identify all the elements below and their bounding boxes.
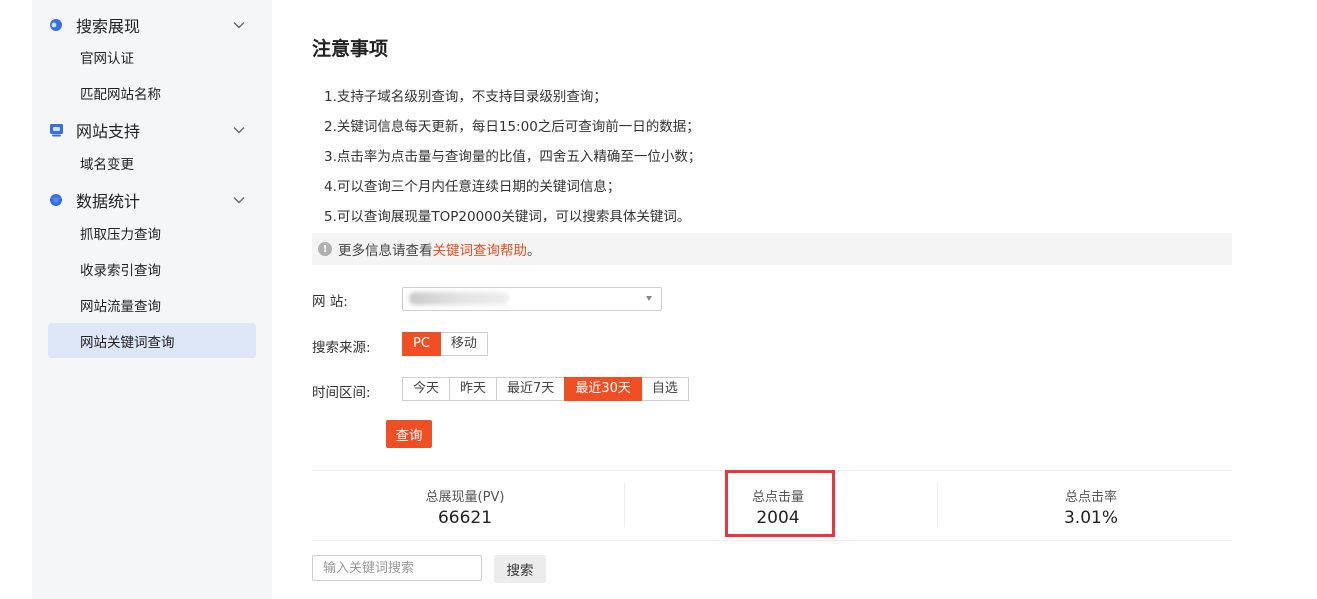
dropdown-arrow-icon <box>646 296 652 301</box>
query-button[interactable]: 查询 <box>386 420 432 448</box>
site-select[interactable] <box>402 287 662 311</box>
range-today-button[interactable]: 今天 <box>402 377 451 401</box>
keyword-help-link[interactable]: 关键词查询帮助 <box>433 239 528 259</box>
stat-value: 66621 <box>437 508 493 528</box>
sidebar-item-crawl-pressure[interactable]: 抓取压力查询 <box>48 216 256 250</box>
source-label: 搜索来源: <box>312 340 371 356</box>
sidebar-item-site-traffic[interactable]: 网站流量查询 <box>48 288 256 322</box>
info-bar: ! 更多信息请查看 关键词查询帮助 。 <box>312 233 1232 265</box>
search-button[interactable]: 搜索 <box>494 555 546 583</box>
sidebar-item-site-keywords[interactable]: 网站关键词查询 <box>48 323 256 358</box>
page-title: 注意事项 <box>312 38 389 60</box>
range-toggle: 今天 昨天 最近7天 最近30天 自选 <box>402 377 689 401</box>
sidebar-group-title: 搜索展现 <box>76 17 141 36</box>
range-yesterday-button[interactable]: 昨天 <box>449 377 498 401</box>
stat-label: 总展现量(PV) <box>425 490 505 505</box>
sidebar-group-data-stats[interactable]: 数据统计 <box>32 183 272 217</box>
note-item: 1.支持子域名级别查询，不支持目录级别查询； <box>324 89 607 105</box>
data-stats-icon <box>48 192 64 208</box>
chevron-down-icon[interactable] <box>232 123 246 137</box>
source-toggle: PC 移动 <box>402 332 488 356</box>
note-item: 5.可以查询展现量TOP20000关键词，可以搜索具体关键词。 <box>324 209 691 225</box>
highlight-box <box>725 470 835 537</box>
range-7days-button[interactable]: 最近7天 <box>496 377 566 401</box>
sidebar-item-match-site-name[interactable]: 匹配网站名称 <box>48 76 256 110</box>
sidebar-group-title: 网站支持 <box>76 122 141 141</box>
sidebar-group-search-display[interactable]: 搜索展现 <box>32 8 272 42</box>
range-30days-button[interactable]: 最近30天 <box>564 377 642 401</box>
site-label: 网 站: <box>312 294 348 310</box>
sidebar-group-title: 数据统计 <box>76 192 141 211</box>
keyword-search-input[interactable] <box>312 555 482 581</box>
sidebar-item-index-query[interactable]: 收录索引查询 <box>48 252 256 286</box>
chevron-down-icon[interactable] <box>232 18 246 32</box>
note-item: 2.关键词信息每天更新，每日15:00之后可查询前一日的数据； <box>324 119 700 135</box>
info-suffix: 。 <box>527 243 541 259</box>
source-pc-button[interactable]: PC <box>402 332 441 356</box>
info-prefix: 更多信息请查看 <box>338 243 433 259</box>
stat-total-impressions: 总展现量(PV) 66621 <box>312 471 618 540</box>
sidebar-item-domain-change[interactable]: 域名变更 <box>48 146 256 180</box>
redacted-site-value <box>409 292 509 305</box>
stat-click-rate: 总点击率 3.01% <box>938 471 1244 540</box>
range-custom-button[interactable]: 自选 <box>640 377 689 401</box>
main-content: 注意事项 1.支持子域名级别查询，不支持目录级别查询； 2.关键词信息每天更新，… <box>312 0 1232 599</box>
stat-label: 总点击率 <box>1064 490 1117 505</box>
search-display-icon <box>48 17 64 33</box>
note-item: 3.点击率为点击量与查询量的比值，四舍五入精确至一位小数； <box>324 149 702 165</box>
site-support-icon <box>48 122 64 138</box>
info-icon: ! <box>318 242 332 256</box>
sidebar-item-official-site-auth[interactable]: 官网认证 <box>48 40 256 74</box>
stat-value: 3.01% <box>1063 508 1118 528</box>
note-item: 4.可以查询三个月内任意连续日期的关键词信息； <box>324 179 621 195</box>
sidebar: 搜索展现 官网认证 匹配网站名称 网站支持 域名变更 数据统计 抓取压力查询 收… <box>32 0 272 599</box>
chevron-down-icon[interactable] <box>232 193 246 207</box>
sidebar-group-site-support[interactable]: 网站支持 <box>32 113 272 147</box>
range-label: 时间区间: <box>312 385 371 401</box>
source-mobile-button[interactable]: 移动 <box>439 332 488 356</box>
